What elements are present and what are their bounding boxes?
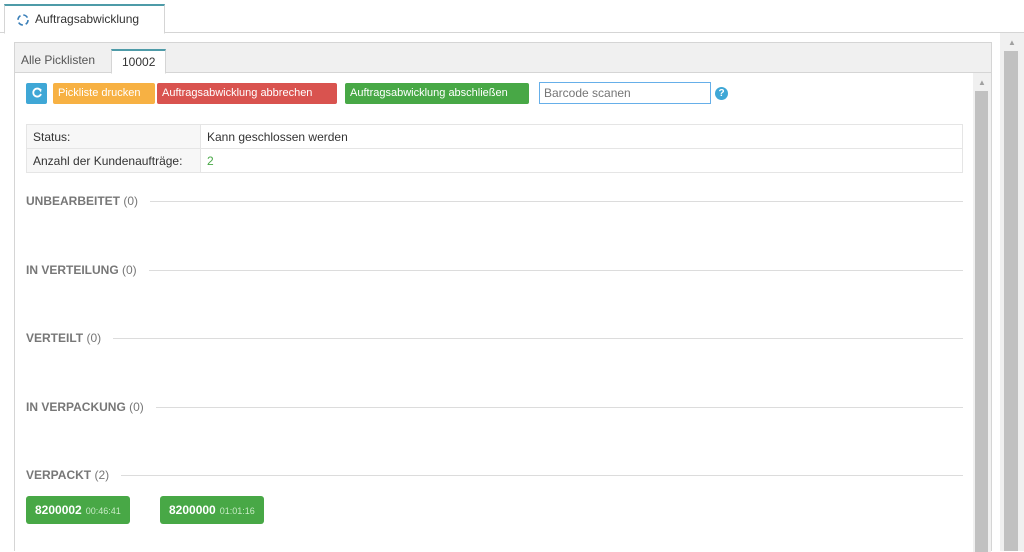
status-label: Status: — [26, 124, 201, 149]
order-card[interactable]: 8200002 00:46:41 — [26, 496, 130, 524]
barcode-input[interactable] — [539, 82, 711, 104]
section-title: IN VERTEILUNG (0) — [26, 262, 149, 278]
status-table: Status: Kann geschlossen werden Anzahl d… — [26, 124, 963, 173]
tab-label: Auftragsabwicklung — [35, 12, 140, 26]
tab-alle-picklisten[interactable]: Alle Picklisten — [15, 49, 101, 73]
section-divider — [26, 407, 963, 408]
finish-processing-button[interactable]: Auftragsabwicklung abschließen — [345, 83, 529, 104]
window-tab-bar: Auftragsabwicklung — [0, 0, 1024, 34]
section-divider — [26, 338, 963, 339]
status-value: Kann geschlossen werden — [200, 124, 963, 149]
scroll-up-icon[interactable]: ▲ — [1000, 37, 1024, 49]
page-scrollbar[interactable]: ▲ — [1000, 33, 1024, 551]
section-divider — [26, 475, 963, 476]
section-title: VERPACKT (2) — [26, 467, 122, 483]
section-divider — [26, 270, 963, 271]
refresh-button[interactable] — [26, 83, 47, 104]
order-count-value: 2 — [200, 148, 963, 173]
order-number: 8200002 — [35, 503, 82, 517]
order-card[interactable]: 8200000 01:01:16 — [160, 496, 264, 524]
content-scrollbar-thumb[interactable] — [975, 91, 988, 552]
page-scrollbar-thumb[interactable] — [1004, 51, 1018, 551]
section-title: UNBEARBEITET (0) — [26, 193, 151, 209]
scroll-up-icon[interactable]: ▲ — [973, 77, 991, 89]
cancel-processing-button[interactable]: Auftragsabwicklung abbrechen — [157, 83, 337, 104]
section-in-verpackung: IN VERPACKUNG (0) — [26, 399, 963, 415]
content-scrollbar[interactable]: ▲ — [973, 73, 991, 552]
picklist-tabs: Alle Picklisten 10002 — [15, 43, 991, 74]
print-picklist-button[interactable]: Pickliste drucken — [53, 83, 155, 104]
section-divider — [26, 201, 963, 202]
order-count-label: Anzahl der Kundenaufträge: — [26, 148, 201, 173]
section-in-verteilung: IN VERTEILUNG (0) — [26, 262, 963, 278]
section-verpackt: VERPACKT (2) — [26, 467, 963, 483]
status-row: Status: Kann geschlossen werden — [26, 124, 963, 149]
section-unbearbeitet: UNBEARBEITET (0) — [26, 193, 963, 209]
section-verteilt: VERTEILT (0) — [26, 330, 963, 346]
section-title: IN VERPACKUNG (0) — [26, 399, 156, 415]
order-count-row: Anzahl der Kundenaufträge: 2 — [26, 148, 963, 173]
tab-auftragsabwicklung[interactable]: Auftragsabwicklung — [4, 4, 165, 34]
picklist-panel: Alle Picklisten 10002 Pickliste drucken … — [14, 42, 992, 552]
refresh-icon — [31, 87, 43, 102]
tab-picklist-10002[interactable]: 10002 — [111, 49, 167, 74]
order-time: 01:01:16 — [219, 506, 255, 516]
order-number: 8200000 — [169, 503, 216, 517]
picklist-content: Pickliste drucken Auftragsabwicklung abb… — [15, 73, 991, 552]
order-time: 00:46:41 — [85, 506, 121, 516]
process-cycle-icon — [16, 13, 30, 27]
section-title: VERTEILT (0) — [26, 330, 114, 346]
help-icon[interactable]: ? — [715, 87, 728, 100]
